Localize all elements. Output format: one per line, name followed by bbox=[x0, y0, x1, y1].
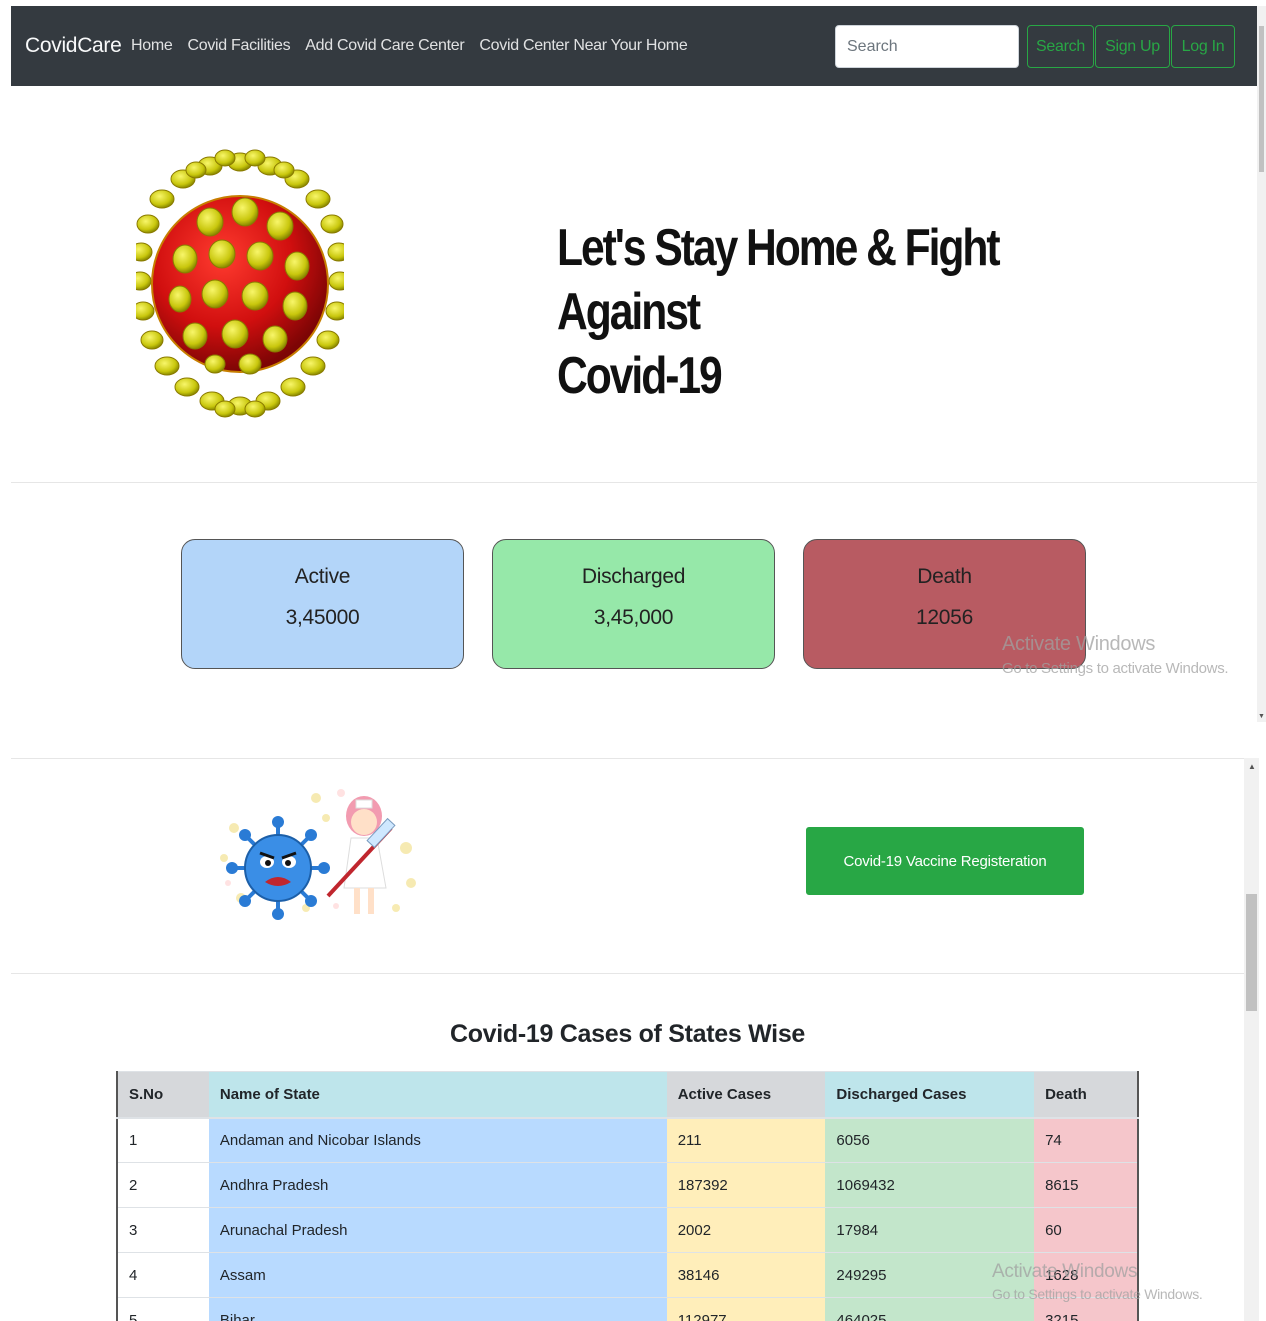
cell-state: Andhra Pradesh bbox=[208, 1162, 667, 1208]
cell-state: Assam bbox=[208, 1252, 667, 1298]
nav-link-covid-center-near-home[interactable]: Covid Center Near Your Home bbox=[479, 37, 687, 55]
nav-link-home[interactable]: Home bbox=[131, 37, 173, 55]
nav-link-covid-facilities[interactable]: Covid Facilities bbox=[187, 37, 290, 55]
watermark-subtitle: Go to Settings to activate Windows. bbox=[992, 1286, 1203, 1302]
divider bbox=[11, 482, 1257, 483]
search-input[interactable] bbox=[835, 25, 1019, 68]
active-stat-card: Active 3,45000 bbox=[181, 539, 464, 669]
scrollbar-thumb[interactable] bbox=[1246, 894, 1257, 1011]
watermark-title: Activate Windows bbox=[1002, 633, 1156, 655]
cell-death: 60 bbox=[1034, 1207, 1138, 1253]
nav-link-add-covid-care-center[interactable]: Add Covid Care Center bbox=[305, 37, 464, 55]
header-discharged-cases: Discharged Cases bbox=[825, 1071, 1035, 1119]
cell-active: 112977 bbox=[666, 1297, 826, 1321]
discharged-value: 3,45,000 bbox=[593, 606, 674, 629]
sign-up-button[interactable]: Sign Up bbox=[1095, 25, 1170, 68]
watermark-title: Activate Windows bbox=[992, 1261, 1138, 1282]
divider bbox=[11, 973, 1244, 974]
search-button[interactable]: Search bbox=[1027, 25, 1094, 68]
scroll-down-arrow-icon[interactable]: ▼ bbox=[1258, 713, 1265, 720]
cell-discharged: 1069432 bbox=[825, 1162, 1035, 1208]
death-value: 12056 bbox=[916, 606, 973, 629]
cell-death: 74 bbox=[1034, 1117, 1138, 1163]
table-title: Covid-19 Cases of States Wise bbox=[449, 1020, 806, 1048]
nurse bbox=[326, 796, 396, 914]
header-sno: S.No bbox=[117, 1071, 209, 1119]
top-screenshot-pane: CovidCare Home Covid Facilities Add Covi… bbox=[11, 6, 1257, 722]
cell-state: Bihar bbox=[208, 1297, 667, 1321]
cell-state: Andaman and Nicobar Islands bbox=[208, 1117, 667, 1163]
cell-sno: 5 bbox=[117, 1297, 209, 1321]
activate-windows-watermark: Activate Windows Go to Settings to activ… bbox=[1002, 633, 1229, 677]
scrollbar-thumb[interactable] bbox=[1259, 26, 1264, 172]
table-row: 3 Arunachal Pradesh 2002 17984 60 bbox=[117, 1207, 1138, 1253]
cell-state: Arunachal Pradesh bbox=[208, 1207, 667, 1253]
state-cases-table: S.No Name of State Active Cases Discharg… bbox=[116, 1071, 1139, 1321]
cell-discharged: 17984 bbox=[825, 1207, 1035, 1253]
table-row: 2 Andhra Pradesh 187392 1069432 8615 bbox=[117, 1162, 1138, 1208]
cell-discharged: 6056 bbox=[825, 1117, 1035, 1163]
header-active-cases: Active Cases bbox=[666, 1071, 826, 1119]
active-label: Active bbox=[294, 565, 351, 588]
active-value: 3,45000 bbox=[285, 606, 360, 629]
brand-logo[interactable]: CovidCare bbox=[25, 34, 122, 58]
activate-windows-watermark: Activate Windows Go to Settings to activ… bbox=[992, 1261, 1203, 1302]
vaccine-registration-button[interactable]: Covid-19 Vaccine Registeration bbox=[806, 827, 1084, 895]
scrollbar[interactable]: ▼ bbox=[1257, 6, 1266, 722]
hero-title-line2: Covid-19 bbox=[557, 347, 723, 405]
angry-virus bbox=[226, 816, 330, 920]
nurse-fighting-virus-illustration bbox=[220, 789, 416, 920]
scroll-up-arrow-icon[interactable]: ▲ bbox=[1248, 762, 1256, 771]
cell-active: 211 bbox=[666, 1117, 826, 1163]
divider bbox=[11, 758, 1244, 759]
cell-active: 2002 bbox=[666, 1207, 826, 1253]
table-header-row: S.No Name of State Active Cases Discharg… bbox=[117, 1071, 1138, 1119]
discharged-stat-card: Discharged 3,45,000 bbox=[492, 539, 775, 669]
cell-sno: 4 bbox=[117, 1252, 209, 1298]
cell-active: 38146 bbox=[666, 1252, 826, 1298]
coronavirus-illustration bbox=[136, 149, 344, 418]
cell-sno: 3 bbox=[117, 1207, 209, 1253]
death-label: Death bbox=[917, 565, 972, 588]
hero-title-line1: Let's Stay Home & Fight Against bbox=[557, 219, 1001, 341]
cell-active: 187392 bbox=[666, 1162, 826, 1208]
table-row: 1 Andaman and Nicobar Islands 211 6056 7… bbox=[117, 1117, 1138, 1163]
cell-sno: 1 bbox=[117, 1117, 209, 1163]
bottom-screenshot-pane: Covid-19 Vaccine Registeration Covid-19 … bbox=[11, 758, 1244, 1321]
header-death: Death bbox=[1034, 1071, 1138, 1119]
table-row: 5 Bihar 112977 464025 3215 bbox=[117, 1297, 1138, 1321]
header-state: Name of State bbox=[208, 1071, 667, 1119]
discharged-label: Discharged bbox=[581, 565, 686, 588]
table-row: 4 Assam 38146 249295 1628 bbox=[117, 1252, 1138, 1298]
virus-spikes bbox=[136, 149, 344, 418]
scrollbar[interactable]: ▲ bbox=[1244, 758, 1259, 1321]
watermark-subtitle: Go to Settings to activate Windows. bbox=[1002, 660, 1229, 677]
hero-title: Let's Stay Home & Fight Against Covid-19 bbox=[557, 216, 1065, 408]
cell-death: 8615 bbox=[1034, 1162, 1138, 1208]
nav-links: Home Covid Facilities Add Covid Care Cen… bbox=[131, 37, 702, 55]
navbar: CovidCare Home Covid Facilities Add Covi… bbox=[11, 6, 1257, 86]
log-in-button[interactable]: Log In bbox=[1171, 25, 1235, 68]
cell-sno: 2 bbox=[117, 1162, 209, 1208]
